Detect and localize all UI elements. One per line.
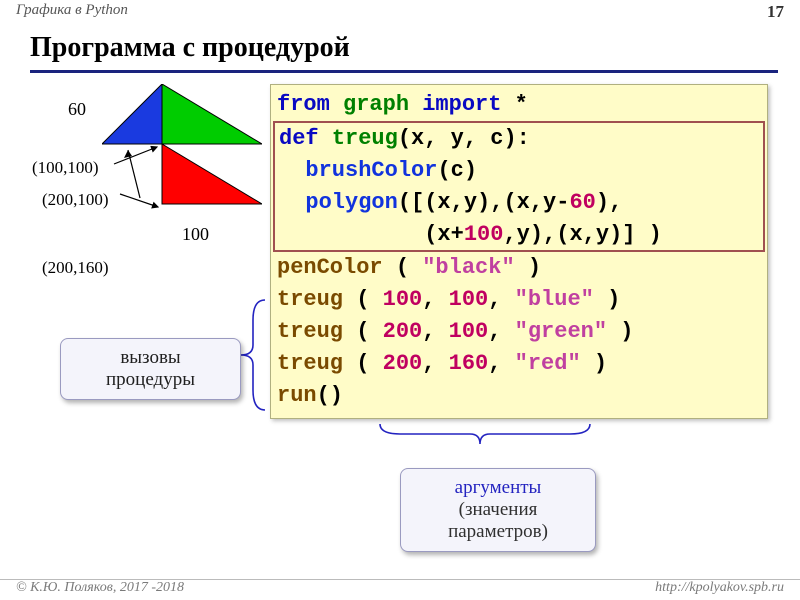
arg: 200 [383, 351, 423, 376]
indent [279, 158, 305, 183]
arg: 100 [383, 287, 423, 312]
paren: ) [607, 319, 633, 344]
triangle-svg [102, 84, 262, 224]
coord-200-160: (200,160) [42, 258, 109, 278]
slide-title: Программа с процедурой [30, 32, 350, 64]
coord-200-100: (200,100) [42, 190, 109, 210]
poly-d: ,y),(x,y)] ) [503, 222, 661, 247]
callout-line: (значения [413, 499, 583, 521]
comma: , [488, 351, 514, 376]
comma: , [422, 319, 448, 344]
call-treug-2: treug [277, 319, 343, 344]
callout-line: аргументы [413, 477, 583, 499]
paren: ( [343, 351, 383, 376]
label-100: 100 [182, 224, 209, 245]
kw-def: def [279, 126, 319, 151]
poly-a: ([(x,y),(x,y- [398, 190, 570, 215]
poly-c: (x+ [424, 222, 464, 247]
str-black: "black" [422, 255, 514, 280]
num-60: 60 [569, 190, 595, 215]
callout-line: процедуры [73, 369, 228, 391]
coord-100-100: (100,100) [32, 158, 99, 178]
comma: , [422, 351, 448, 376]
fn-run: run [277, 383, 317, 408]
arg: 100 [449, 319, 489, 344]
callout-procedure-calls: вызовы процедуры [60, 338, 241, 400]
arg: "red" [515, 351, 581, 376]
def-params: (x, y, c): [398, 126, 530, 151]
comma: , [422, 287, 448, 312]
title-underline [30, 70, 778, 73]
course-title: Графика в Python [16, 2, 128, 24]
def-name: treug [332, 126, 398, 151]
paren: ) [581, 351, 607, 376]
arg: "green" [515, 319, 607, 344]
indent [279, 190, 305, 215]
arg-c: (c) [437, 158, 477, 183]
fn-polygon: polygon [305, 190, 397, 215]
code-listing: from graph import * def treug(x, y, c): … [270, 84, 768, 419]
triangle-illustration: 60 100 (100,100) (200,100) (200,160) [32, 84, 262, 284]
paren: ( [383, 255, 423, 280]
label-60: 60 [68, 99, 86, 120]
arg: 200 [383, 319, 423, 344]
kw-import: import [422, 92, 501, 117]
call-treug-3: treug [277, 351, 343, 376]
page-number: 17 [767, 2, 784, 24]
footer-url: http://kpolyakov.spb.ru [655, 580, 784, 596]
paren: ( [343, 319, 383, 344]
arg: 160 [449, 351, 489, 376]
paren: () [317, 383, 343, 408]
arg: 100 [449, 287, 489, 312]
callout-line: вызовы [73, 347, 228, 369]
star: * [515, 92, 528, 117]
num-100: 100 [464, 222, 504, 247]
footer-bar: © К.Ю. Поляков, 2017 -2018 http://kpolya… [0, 579, 800, 596]
poly-b: ), [596, 190, 622, 215]
comma: , [488, 287, 514, 312]
paren: ) [515, 255, 541, 280]
fn-pencolor: penColor [277, 255, 383, 280]
call-treug-1: treug [277, 287, 343, 312]
paren: ) [594, 287, 620, 312]
def-highlight-box: def treug(x, y, c): brushColor(c) polygo… [273, 121, 765, 253]
indent [279, 222, 424, 247]
copyright: © К.Ю. Поляков, 2017 -2018 [16, 580, 184, 596]
paren: ( [343, 287, 383, 312]
callout-line: параметров) [413, 521, 583, 543]
comma: , [488, 319, 514, 344]
header-bar: Графика в Python 17 [0, 0, 800, 24]
kw-from: from [277, 92, 330, 117]
fn-brushcolor: brushColor [305, 158, 437, 183]
arg: "blue" [515, 287, 594, 312]
callout-arguments: аргументы (значения параметров) [400, 468, 596, 552]
mod-graph: graph [343, 92, 409, 117]
